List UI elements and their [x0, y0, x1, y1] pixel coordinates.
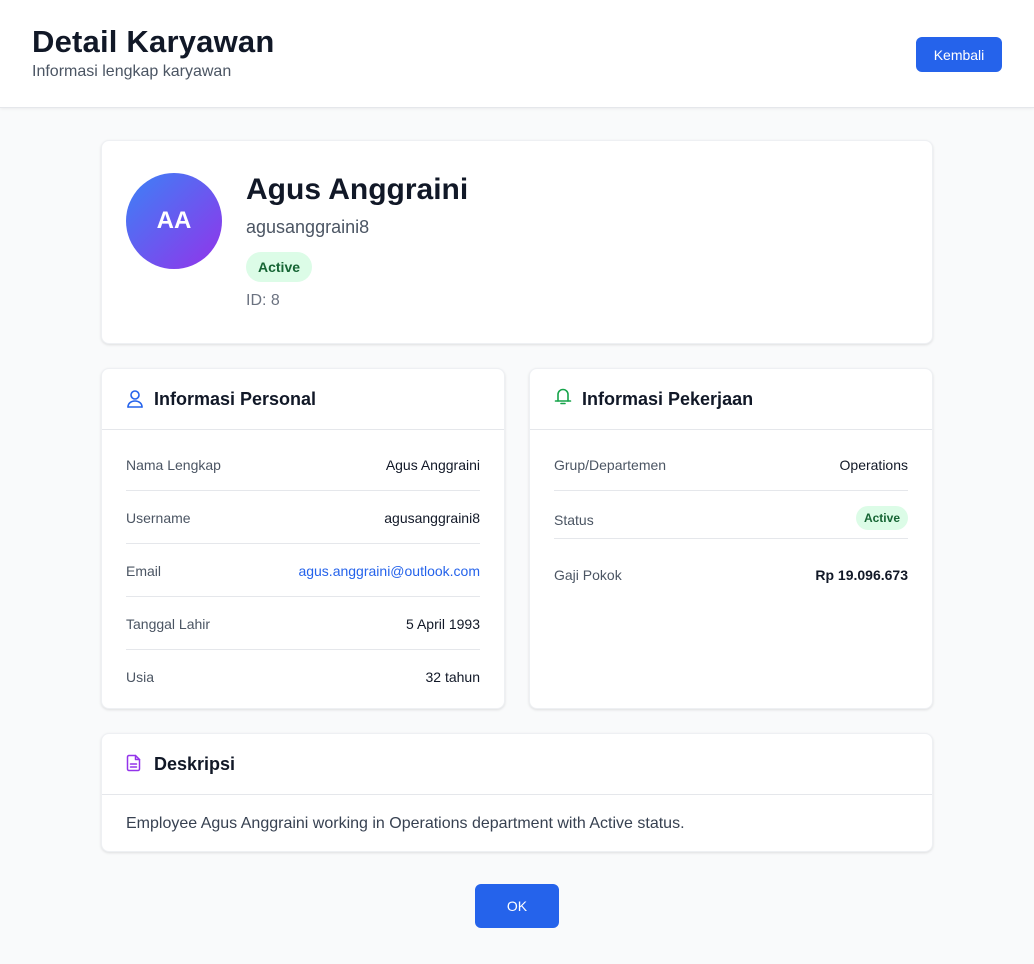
- ok-button[interactable]: OK: [475, 884, 559, 928]
- back-button[interactable]: Kembali: [916, 37, 1002, 72]
- row-label: Gaji Pokok: [554, 567, 622, 583]
- job-info-card: Informasi Pekerjaan Grup/Departemen Oper…: [529, 368, 933, 709]
- job-info-title: Informasi Pekerjaan: [582, 389, 754, 409]
- email-link[interactable]: agus.anggraini@outlook.com: [298, 563, 480, 579]
- row-label: Usia: [126, 669, 155, 685]
- info-row-username: Username agusanggraini8: [126, 506, 480, 544]
- row-value: Operations: [839, 457, 908, 473]
- info-row-birth-date: Tanggal Lahir 5 April 1993: [126, 612, 480, 650]
- avatar: AA: [126, 173, 222, 269]
- info-row-salary: Gaji Pokok Rp 19.096.673: [554, 563, 908, 601]
- personal-info-card: Informasi Personal Nama Lengkap Agus Ang…: [101, 368, 505, 709]
- employee-id: ID: 8: [246, 292, 280, 309]
- info-row-status: Status Active: [554, 506, 908, 539]
- description-card: Deskripsi Employee Agus Anggraini workin…: [101, 733, 933, 852]
- info-row-age: Usia 32 tahun: [126, 665, 480, 703]
- employee-name: Agus Anggraini: [246, 173, 469, 206]
- description-text: Employee Agus Anggraini working in Opera…: [126, 815, 685, 832]
- personal-info-header: Informasi Personal: [102, 369, 504, 430]
- row-value: Rp 19.096.673: [815, 567, 908, 583]
- document-icon: [126, 754, 144, 774]
- row-label: Nama Lengkap: [126, 457, 221, 473]
- user-icon: [126, 389, 144, 409]
- profile-card: AA Agus Anggraini agusanggraini8 Active …: [101, 140, 933, 344]
- page-title: Detail Karyawan: [32, 24, 275, 59]
- row-label: Tanggal Lahir: [126, 616, 211, 632]
- row-value: agusanggraini8: [384, 510, 480, 526]
- page-subtitle: Informasi lengkap karyawan: [32, 63, 232, 80]
- top-header: Detail Karyawan Informasi lengkap karyaw…: [0, 0, 1034, 108]
- row-value: 5 April 1993: [406, 616, 480, 632]
- row-label: Email: [126, 563, 162, 579]
- status-badge: Active: [246, 252, 313, 282]
- status-badge: Active: [855, 506, 908, 530]
- row-label: Status: [554, 512, 594, 528]
- description-header: Deskripsi: [102, 734, 932, 795]
- employee-username: agusanggraini8: [246, 217, 370, 237]
- info-row-department: Grup/Departemen Operations: [554, 453, 908, 491]
- row-label: Username: [126, 510, 191, 526]
- info-row-email: Email agus.anggraini@outlook.com: [126, 559, 480, 597]
- row-value: 32 tahun: [425, 669, 481, 685]
- row-label: Grup/Departemen: [554, 457, 667, 473]
- description-title: Deskripsi: [154, 754, 236, 774]
- job-info-header: Informasi Pekerjaan: [530, 369, 932, 430]
- briefcase-icon: [554, 388, 572, 408]
- personal-info-title: Informasi Personal: [154, 389, 317, 409]
- info-row-full-name: Nama Lengkap Agus Anggraini: [126, 453, 480, 491]
- row-value: Agus Anggraini: [385, 457, 480, 473]
